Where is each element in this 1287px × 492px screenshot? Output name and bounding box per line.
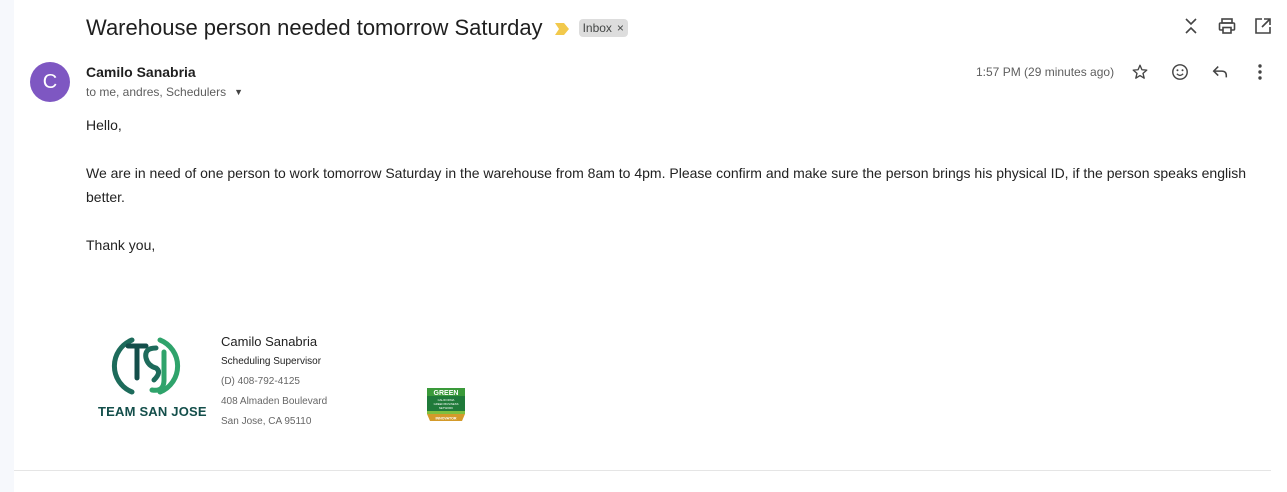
recipients-text: to me, andres, Schedulers	[86, 85, 227, 99]
sender-name[interactable]: Camilo Sanabria	[86, 64, 196, 80]
svg-text:GREEN: GREEN	[434, 390, 459, 397]
collapse-all-icon[interactable]	[1181, 16, 1201, 36]
more-vert-icon[interactable]	[1250, 62, 1270, 82]
importance-marker-icon[interactable]	[554, 22, 569, 35]
open-in-new-window-icon[interactable]	[1253, 16, 1273, 36]
signature-address-line1: 408 Almaden Boulevard	[221, 396, 328, 407]
signature-name: Camilo Sanabria	[221, 334, 318, 349]
signature-address-line2: San Jose, CA 95110	[221, 416, 312, 427]
emoji-reaction-icon[interactable]	[1170, 62, 1190, 82]
logo-wordmark: TEAM SAN JOSE	[98, 404, 207, 419]
thread-toolbar	[1181, 16, 1273, 36]
message-actions	[1130, 62, 1270, 82]
email-subject: Warehouse person needed tomorrow Saturda…	[86, 15, 543, 40]
subject-row: Warehouse person needed tomorrow Saturda…	[86, 14, 628, 42]
reply-icon[interactable]	[1210, 62, 1230, 82]
green-business-badge: GREEN CALIFORNIA GREEN BUSINESS NETWORK …	[427, 388, 465, 421]
remove-label-button[interactable]: ×	[617, 21, 624, 35]
signature-block: Camilo Sanabria Scheduling Supervisor (D…	[221, 332, 327, 432]
message-panel: Warehouse person needed tomorrow Saturda…	[14, 0, 1287, 492]
team-san-jose-logo: TEAM SAN JOSE	[98, 334, 207, 426]
svg-text:NETWORK: NETWORK	[439, 406, 453, 410]
greeting-text: Hello,	[86, 117, 122, 133]
closing-text: Thank you,	[86, 237, 156, 253]
signature-title: Scheduling Supervisor	[221, 356, 322, 367]
label-chip-inbox: Inbox ×	[578, 19, 628, 37]
svg-text:INNOVATOR: INNOVATOR	[436, 417, 457, 421]
avatar[interactable]: C	[30, 62, 70, 102]
message-divider	[14, 470, 1271, 471]
recipients-line[interactable]: to me, andres, Schedulers ▼	[86, 85, 243, 99]
message-timestamp: 1:57 PM (29 minutes ago)	[976, 65, 1115, 79]
message-body: Hello, We are in need of one person to w…	[86, 113, 1266, 257]
label-chip-text: Inbox	[582, 21, 612, 35]
body-paragraph: We are in need of one person to work tom…	[86, 165, 1247, 205]
print-icon[interactable]	[1217, 16, 1237, 36]
signature-phone: (D) 408-792-4125	[221, 376, 300, 387]
chevron-down-icon[interactable]: ▼	[234, 87, 243, 97]
star-icon[interactable]	[1130, 62, 1150, 82]
